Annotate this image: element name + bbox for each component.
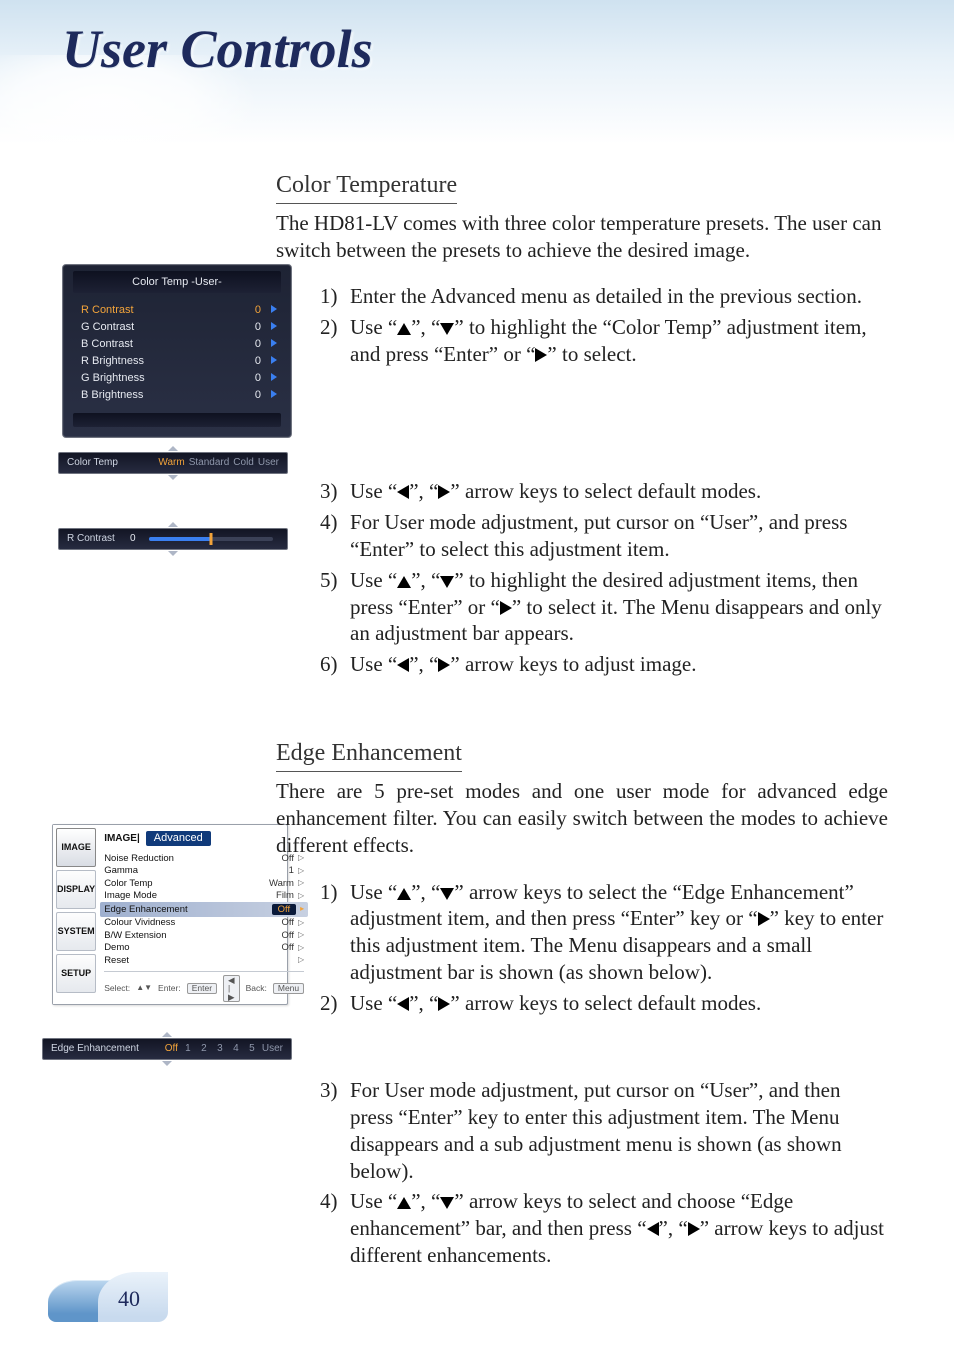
intro-color-temperature: The HD81-LV comes with three color tempe… [276, 210, 888, 264]
arrow-right-icon [535, 348, 547, 362]
arrow-down-icon [440, 576, 454, 588]
osd-row-r-contrast[interactable]: R Contrast 0 [63, 301, 291, 318]
page-title: User Controls [62, 18, 373, 80]
tab-image[interactable]: IMAGE [56, 828, 96, 867]
osd-color-temp-user: Color Temp -User- R Contrast 0 G Contras… [62, 264, 292, 438]
arrow-up-icon [397, 323, 411, 335]
intro-edge-enhancement: There are 5 pre-set modes and one user m… [276, 778, 888, 859]
breadcrumb: IMAGE| Advanced [104, 831, 304, 846]
arrow-right-icon [438, 658, 450, 672]
caret-up-icon [162, 1032, 172, 1037]
arrow-down-icon [440, 323, 454, 335]
menu-color-temp[interactable]: Color TempWarm▷ [104, 877, 304, 890]
caret-down-icon [168, 475, 178, 480]
caret-up-icon [168, 522, 178, 527]
osd-row-b-contrast[interactable]: B Contrast 0 [63, 335, 291, 352]
arrow-right-icon [688, 1222, 700, 1236]
heading-edge-enhancement: Edge Enhancement [276, 738, 462, 772]
arrow-right-icon [438, 485, 450, 499]
caret-down-icon [162, 1061, 172, 1066]
selector-edge-enhancement[interactable]: Edge Enhancement Off 1 2 3 4 5 User [42, 1038, 292, 1060]
arrow-left-icon [647, 1222, 659, 1236]
steps-color-temp-a: 1)Enter the Advanced menu as detailed in… [276, 283, 888, 368]
arrow-down-icon [440, 1197, 454, 1209]
slider-track[interactable] [149, 537, 273, 541]
menu-reset[interactable]: Reset▷ [104, 954, 304, 967]
arrow-right-icon [500, 601, 512, 615]
menu-colour-vividness[interactable]: Colour VividnessOff▷ [104, 917, 304, 930]
arrow-left-icon [397, 658, 409, 672]
menu-gamma[interactable]: Gamma1▷ [104, 865, 304, 878]
osd-row-g-brightness[interactable]: G Brightness 0 [63, 369, 291, 386]
menu-bw-extension[interactable]: B/W ExtensionOff▷ [104, 929, 304, 942]
tab-setup[interactable]: SETUP [56, 954, 96, 993]
page-number: 40 [48, 1272, 168, 1322]
selector-color-temp[interactable]: Color Temp Warm Standard Cold User [58, 452, 288, 474]
arrow-up-icon [397, 888, 411, 900]
arrow-left-icon [397, 485, 409, 499]
osd-row-b-brightness[interactable]: B Brightness 0 [63, 386, 291, 403]
arrow-left-icon [397, 997, 409, 1011]
tab-system[interactable]: SYSTEM [56, 912, 96, 951]
menu-demo[interactable]: DemoOff▷ [104, 942, 304, 955]
slider-r-contrast[interactable]: R Contrast 0 [58, 528, 288, 550]
caret-down-icon [168, 551, 178, 556]
arrow-right-icon [438, 997, 450, 1011]
menu-noise-reduction[interactable]: Noise ReductionOff▷ [104, 852, 304, 865]
steps-color-temp-b: 3)Use “”, “” arrow keys to select defaul… [276, 478, 888, 678]
steps-edge-a: 1)Use “”, “” arrow keys to select the “E… [276, 879, 888, 1017]
heading-color-temperature: Color Temperature [276, 170, 457, 204]
osd-row-g-contrast[interactable]: G Contrast 0 [63, 318, 291, 335]
osd-hints: Select:▲▼ Enter:Enter◀ | ▶ Back:Menu [104, 971, 304, 1003]
arrow-up-icon [397, 1197, 411, 1209]
steps-edge-b: 3)For User mode adjustment, put cursor o… [276, 1077, 888, 1269]
tab-display[interactable]: DISPLAY [56, 870, 96, 909]
caret-up-icon [168, 446, 178, 451]
menu-image-mode[interactable]: Image ModeFilm▷ [104, 890, 304, 903]
osd-title: Color Temp -User- [73, 271, 281, 293]
arrow-up-icon [397, 576, 411, 588]
arrow-right-icon [758, 912, 770, 926]
osd-image-advanced: IMAGE DISPLAY SYSTEM SETUP IMAGE| Advanc… [52, 824, 288, 1005]
arrow-down-icon [440, 888, 454, 900]
osd-row-r-brightness[interactable]: R Brightness 0 [63, 352, 291, 369]
